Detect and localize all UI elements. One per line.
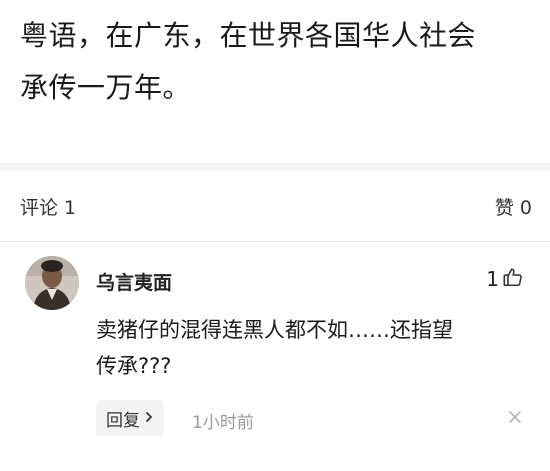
comment-item: 乌言夷面 1 卖猪仔的混得连黑人都不如……还指望 传承??? 回复 1小时前: [0, 242, 550, 471]
post-text-line-1: 粤语，在广东，在世界各国华人社会: [20, 19, 477, 52]
section-divider: [0, 163, 550, 171]
reply-button-label: 回复: [106, 410, 140, 431]
comment-text: 卖猪仔的混得连黑人都不如……还指望 传承???: [96, 312, 526, 384]
comment-like-count: 1: [486, 267, 499, 291]
comments-count-tab[interactable]: 评论 1: [20, 193, 76, 220]
post-body: 粤语，在广东，在世界各国华人社会 承传一万年。: [20, 10, 540, 114]
stats-bar: 评论 1 赞 0: [0, 171, 550, 242]
comment-like-button[interactable]: 1: [486, 264, 524, 294]
post-text-line-2: 承传一万年。: [20, 71, 192, 104]
close-icon[interactable]: [506, 408, 524, 426]
reply-button[interactable]: 回复: [96, 400, 164, 436]
likes-count-tab[interactable]: 赞 0: [495, 193, 532, 220]
comment-text-line-1: 卖猪仔的混得连黑人都不如……还指望: [96, 318, 453, 342]
avatar[interactable]: [25, 256, 79, 310]
thumbs-up-icon: [502, 266, 524, 292]
comment-timestamp: 1小时前: [192, 413, 254, 433]
comment-author-name[interactable]: 乌言夷面: [96, 268, 172, 295]
chevron-right-icon: [144, 408, 154, 428]
comment-text-line-2: 传承???: [96, 354, 172, 378]
